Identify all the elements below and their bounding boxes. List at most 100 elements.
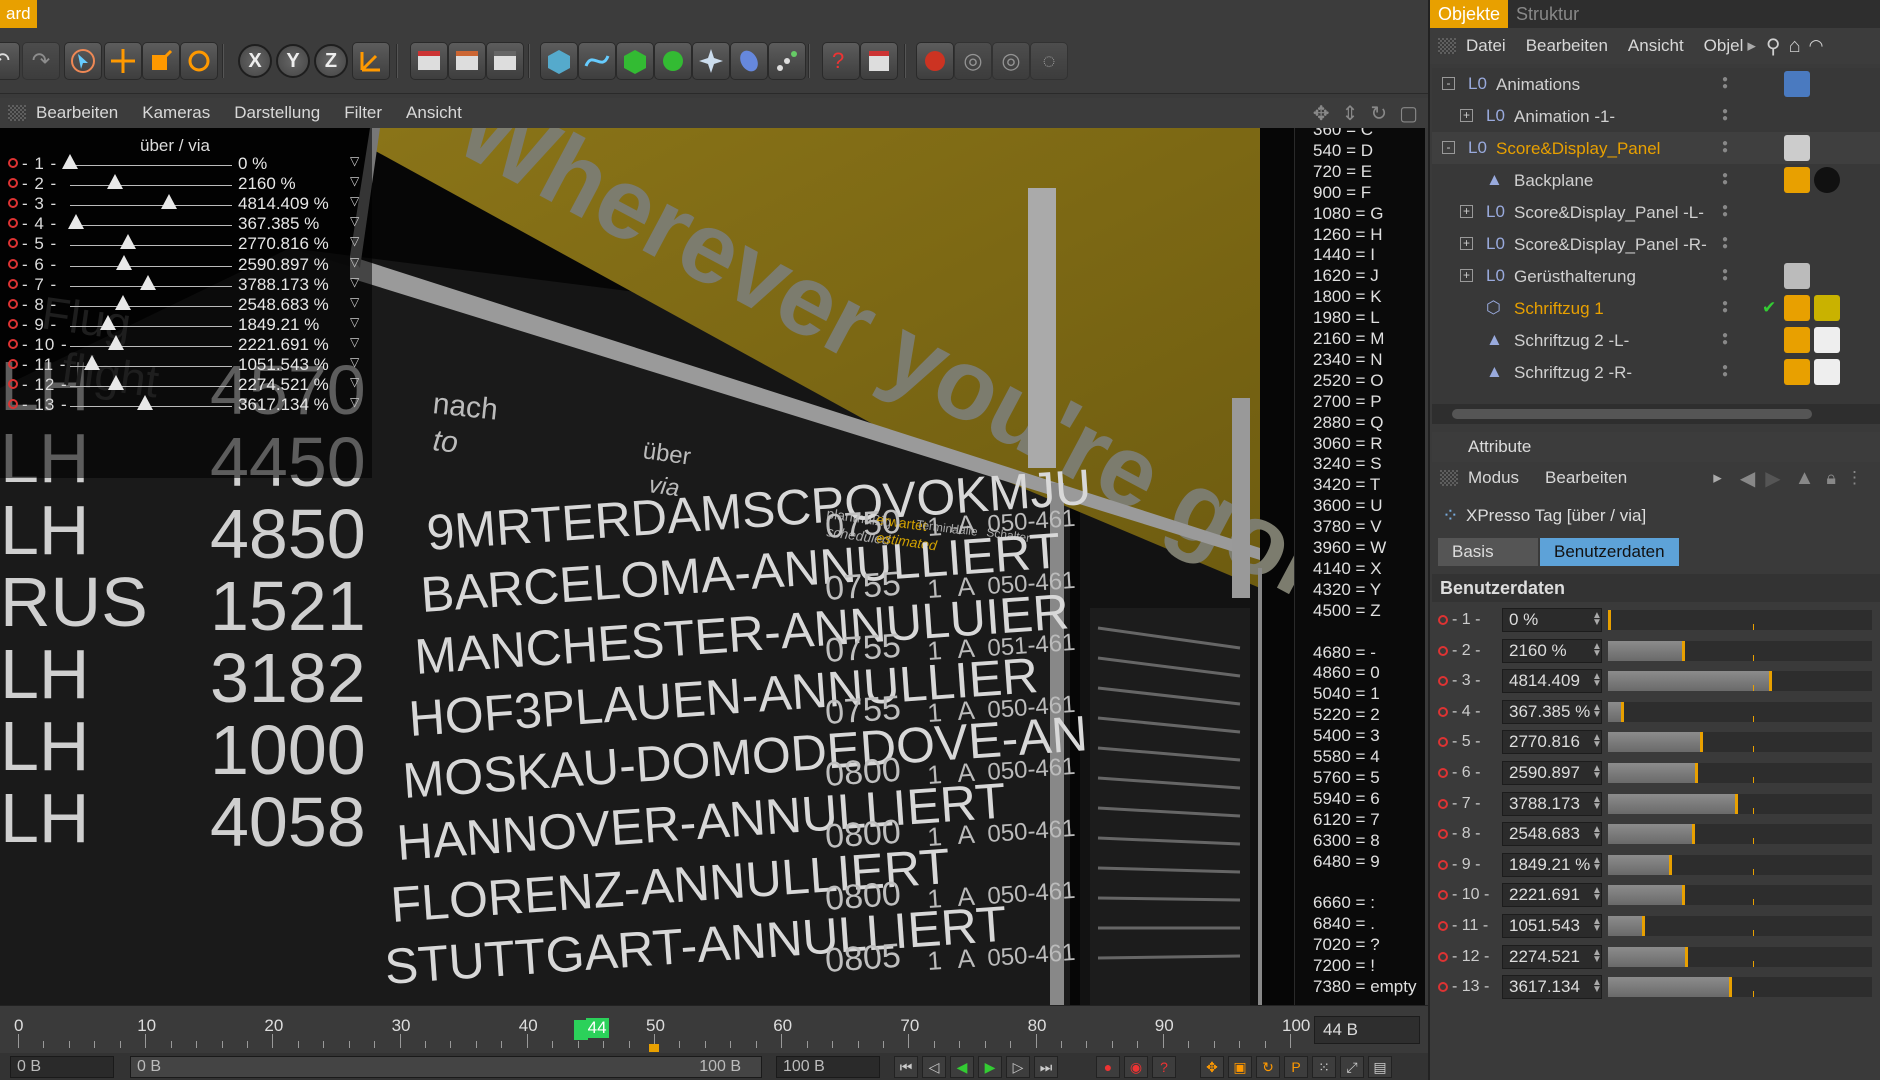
slider-knob[interactable] bbox=[1681, 640, 1685, 661]
object-name[interactable]: Score&Display_Panel -R- bbox=[1514, 235, 1707, 255]
expand-toggle-icon[interactable]: + bbox=[1460, 205, 1473, 218]
hud-row-value[interactable]: 4814.409 % bbox=[238, 194, 329, 214]
redo-icon[interactable]: ↷ bbox=[22, 42, 60, 80]
visibility-dots-icon[interactable]: ● ● bbox=[1722, 203, 1736, 220]
userdata-value-field[interactable]: 2590.897 bbox=[1502, 761, 1602, 785]
visibility-dots-icon[interactable]: ● ● bbox=[1722, 75, 1736, 92]
menu-ansicht[interactable]: Ansicht bbox=[406, 103, 462, 123]
userdata-slider[interactable] bbox=[1608, 916, 1872, 936]
visibility-dots-icon[interactable]: ● ● bbox=[1722, 299, 1736, 316]
hud-slider-handle[interactable] bbox=[119, 234, 136, 250]
tab-struktur[interactable]: Struktur bbox=[1508, 0, 1587, 28]
dropdown-chevron-icon[interactable]: ▽ bbox=[350, 214, 359, 228]
calculator-icon[interactable] bbox=[860, 42, 898, 80]
hud-slider-track[interactable] bbox=[70, 165, 232, 166]
menu-bearbeiten[interactable]: Bearbeiten bbox=[1545, 468, 1627, 488]
visibility-dots-icon[interactable]: ● ● bbox=[1722, 139, 1736, 156]
userdata-slider[interactable] bbox=[1608, 640, 1872, 661]
coordinate-system-icon[interactable] bbox=[352, 42, 390, 80]
animated-dot-icon[interactable] bbox=[1438, 859, 1448, 870]
hud-slider-handle[interactable] bbox=[114, 294, 131, 310]
dropdown-chevron-icon[interactable]: ▽ bbox=[350, 275, 359, 289]
object-row[interactable]: - L0 Animations ● ● bbox=[1432, 68, 1880, 100]
collapse-toggle-icon[interactable]: - bbox=[1442, 141, 1455, 154]
preview-range-slider[interactable]: 0 B 100 B bbox=[130, 1056, 762, 1078]
spinner-arrows-icon[interactable]: ▲ ▼ bbox=[1592, 611, 1602, 628]
z-axis-icon[interactable]: Z bbox=[314, 44, 348, 78]
animated-dot-icon[interactable] bbox=[1438, 737, 1448, 748]
spinner-arrows-icon[interactable]: ▲ ▼ bbox=[1592, 978, 1602, 995]
hud-row-value[interactable]: 2221.691 % bbox=[238, 335, 329, 355]
undo-icon[interactable]: ↶ bbox=[0, 42, 20, 80]
hud-slider-handle[interactable] bbox=[140, 274, 157, 290]
object-name[interactable]: Score&Display_Panel -L- bbox=[1514, 203, 1704, 223]
userdata-slider[interactable] bbox=[1608, 732, 1872, 753]
go-to-end-icon[interactable]: ⏭ bbox=[1034, 1056, 1058, 1078]
hud-slider-handle[interactable] bbox=[62, 154, 78, 169]
spinner-arrows-icon[interactable]: ▲ ▼ bbox=[1592, 641, 1602, 658]
slider-knob[interactable] bbox=[1642, 916, 1646, 936]
keyframe-marker[interactable] bbox=[649, 1044, 659, 1052]
expand-toggle-icon[interactable]: + bbox=[1460, 109, 1473, 122]
home-icon[interactable]: ⌂ bbox=[1789, 35, 1801, 58]
userdata-value-field[interactable]: 1849.21 % bbox=[1502, 852, 1602, 877]
dolly-icon[interactable]: ⇕ bbox=[1342, 101, 1359, 126]
interpolation-icon[interactable]: ⤢ bbox=[1340, 1056, 1364, 1078]
userdata-value-field[interactable]: 2221.691 bbox=[1502, 883, 1602, 908]
dropdown-chevron-icon[interactable]: ▽ bbox=[350, 194, 359, 208]
array-icon[interactable] bbox=[654, 42, 692, 80]
dropdown-chevron-icon[interactable]: ▽ bbox=[350, 335, 359, 349]
current-frame-field[interactable]: 44 B bbox=[1314, 1016, 1420, 1044]
userdata-value-field[interactable]: 3617.134 bbox=[1502, 975, 1602, 1000]
hud-slider-track[interactable] bbox=[70, 205, 232, 207]
menu-darstellung[interactable]: Darstellung bbox=[234, 103, 320, 123]
userdata-value-field[interactable]: 2274.521 bbox=[1502, 944, 1602, 969]
cube-primitive-icon[interactable] bbox=[540, 42, 578, 80]
select-tool-icon[interactable] bbox=[64, 42, 102, 80]
expand-toggle-icon[interactable]: + bbox=[1460, 237, 1473, 250]
slider-knob[interactable] bbox=[1681, 885, 1685, 906]
chevron-right-icon[interactable]: ▸ bbox=[1713, 468, 1722, 488]
timeline-window-icon[interactable]: ▤ bbox=[1368, 1056, 1392, 1078]
spinner-arrows-icon[interactable]: ▲ ▼ bbox=[1592, 917, 1602, 934]
menu-bearbeiten[interactable]: Bearbeiten bbox=[1526, 36, 1608, 56]
object-row[interactable]: ▲ Schriftzug 2 -R- ● ● bbox=[1432, 356, 1880, 388]
material-tag-icon[interactable] bbox=[1784, 135, 1810, 161]
grip-icon[interactable] bbox=[1440, 470, 1458, 486]
hud-row-value[interactable]: 3617.134 % bbox=[238, 395, 329, 415]
layer-icon-1[interactable]: ◎ bbox=[954, 42, 992, 80]
render-view-icon[interactable] bbox=[410, 42, 448, 80]
object-list-scrollbar[interactable] bbox=[1432, 404, 1880, 424]
slider-knob[interactable] bbox=[1608, 610, 1611, 630]
animated-dot-icon[interactable] bbox=[1438, 921, 1448, 931]
hud-row-value[interactable]: 2274.521 % bbox=[238, 375, 329, 395]
play-forward-icon[interactable]: ▶ bbox=[978, 1056, 1002, 1078]
key-rotation-icon[interactable]: ↻ bbox=[1256, 1056, 1280, 1078]
animated-dot-icon[interactable] bbox=[1438, 829, 1448, 840]
hud-row-value[interactable]: 2160 % bbox=[238, 174, 296, 194]
dropdown-chevron-icon[interactable]: ▽ bbox=[350, 154, 359, 168]
slider-knob[interactable] bbox=[1621, 701, 1625, 722]
scene-object-icon[interactable] bbox=[730, 42, 768, 80]
object-name[interactable]: Animation -1- bbox=[1514, 107, 1615, 127]
object-row[interactable]: + L0 Score&Display_Panel -L- ● ● bbox=[1432, 196, 1880, 228]
userdata-value-field[interactable]: 1051.543 bbox=[1502, 914, 1602, 938]
userdata-slider[interactable] bbox=[1608, 977, 1872, 998]
collapse-icon[interactable]: ◠ bbox=[1809, 36, 1824, 56]
spinner-arrows-icon[interactable]: ▲ ▼ bbox=[1592, 794, 1602, 811]
animated-dot-icon[interactable] bbox=[1438, 890, 1448, 901]
dropdown-chevron-icon[interactable]: ▽ bbox=[350, 315, 359, 329]
object-row[interactable]: + L0 Animation -1- ● ● bbox=[1432, 100, 1880, 132]
object-row[interactable]: - L0 Score&Display_Panel ● ● bbox=[1432, 132, 1880, 164]
visibility-dots-icon[interactable]: ● ● bbox=[1722, 363, 1736, 380]
hud-row-value[interactable]: 2770.816 % bbox=[238, 234, 329, 254]
tab-basis[interactable]: Basis bbox=[1438, 538, 1538, 566]
spinner-arrows-icon[interactable]: ▲ ▼ bbox=[1592, 672, 1602, 689]
globe-icon[interactable] bbox=[916, 42, 954, 80]
collapse-toggle-icon[interactable]: - bbox=[1442, 77, 1455, 90]
orbit-icon[interactable]: ↻ bbox=[1370, 101, 1387, 126]
key-scale-icon[interactable]: ▣ bbox=[1228, 1056, 1252, 1078]
material-tag-icon[interactable] bbox=[1784, 327, 1810, 353]
userdata-slider[interactable] bbox=[1608, 793, 1872, 814]
dropdown-chevron-icon[interactable]: ▽ bbox=[350, 375, 359, 389]
